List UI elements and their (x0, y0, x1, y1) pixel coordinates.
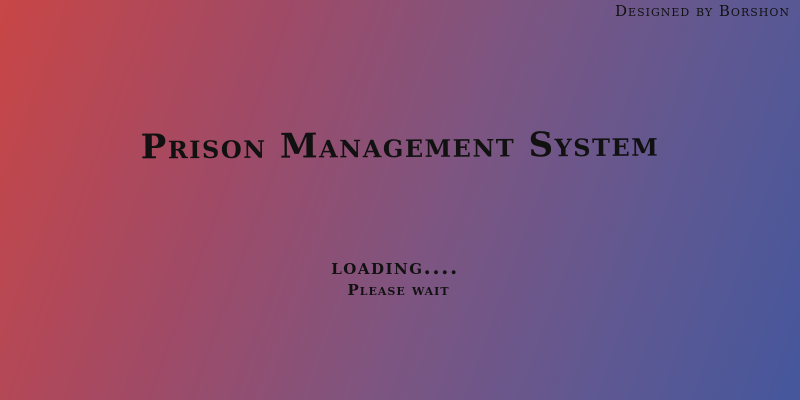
app-title: Prison Management System (140, 124, 660, 168)
please-wait-label: Please wait (347, 281, 450, 299)
loading-label: loading.... (331, 254, 459, 279)
splash-screen: Designed by Borshon Prison Management Sy… (0, 0, 800, 400)
designer-credit: Designed by Borshon (615, 2, 790, 20)
